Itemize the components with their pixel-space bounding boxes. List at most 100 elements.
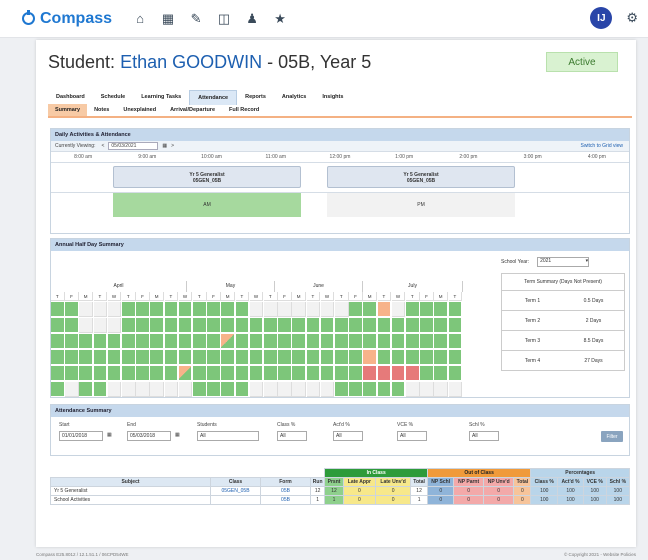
attendance-day-cell[interactable] xyxy=(235,350,250,365)
attendance-day-cell[interactable] xyxy=(278,318,292,333)
attendance-day-cell[interactable] xyxy=(221,318,235,333)
attendance-day-cell[interactable] xyxy=(122,350,136,365)
attendance-day-cell[interactable] xyxy=(164,318,179,333)
calendar-picker-icon[interactable]: ▦ xyxy=(107,432,112,438)
attendance-day-cell[interactable] xyxy=(107,366,122,381)
attendance-day-cell[interactable] xyxy=(65,318,79,333)
attendance-day-cell[interactable] xyxy=(420,350,434,365)
calendar-picker-icon[interactable]: ▦ xyxy=(175,432,180,438)
tab-analytics[interactable]: Analytics xyxy=(274,90,314,105)
attendance-day-cell[interactable] xyxy=(107,318,122,333)
start-date-input[interactable]: 01/01/2018 xyxy=(59,431,103,441)
footer-copyright[interactable]: © Copyright 2021 - Website Policies xyxy=(564,552,636,557)
attendance-day-cell[interactable] xyxy=(377,318,392,333)
attendance-day-cell[interactable] xyxy=(93,318,108,333)
attendance-day-cell[interactable] xyxy=(193,318,207,333)
attendance-day-cell[interactable] xyxy=(207,382,221,397)
attendance-day-cell[interactable] xyxy=(51,350,65,365)
class-block-pm[interactable]: Yr 5 Generalist 05GEN_05B xyxy=(327,166,515,188)
form-link[interactable]: 05B xyxy=(260,495,311,505)
attendance-day-cell[interactable] xyxy=(406,366,420,381)
attendance-day-cell[interactable] xyxy=(349,366,363,381)
attendance-day-cell[interactable] xyxy=(51,334,65,349)
attendance-day-cell[interactable] xyxy=(178,334,193,349)
attendance-day-cell[interactable] xyxy=(150,382,164,397)
attendance-day-cell[interactable] xyxy=(136,302,150,317)
end-date-input[interactable]: 05/03/2018 xyxy=(127,431,171,441)
attendance-day-cell[interactable] xyxy=(264,350,278,365)
class-block-am[interactable]: Yr 5 Generalist 05GEN_05B xyxy=(113,166,301,188)
attendance-day-cell[interactable] xyxy=(363,382,377,397)
tab-insights[interactable]: Insights xyxy=(314,90,351,105)
attendance-day-cell[interactable] xyxy=(434,366,448,381)
home-icon[interactable]: ⌂ xyxy=(126,11,154,27)
attendance-day-cell[interactable] xyxy=(178,382,193,397)
attendance-day-cell[interactable] xyxy=(79,382,93,397)
attendance-day-cell[interactable] xyxy=(420,366,434,381)
attendance-day-cell[interactable] xyxy=(320,382,335,397)
attendance-day-cell[interactable] xyxy=(335,318,349,333)
attendance-day-cell[interactable] xyxy=(150,366,164,381)
attendance-day-cell[interactable] xyxy=(377,382,392,397)
prev-date-button[interactable]: < xyxy=(101,143,104,149)
attendance-day-cell[interactable] xyxy=(434,318,448,333)
attendance-day-cell[interactable] xyxy=(448,302,463,317)
attendance-day-cell[interactable] xyxy=(93,382,108,397)
attendance-day-cell[interactable] xyxy=(221,366,235,381)
attendance-day-cell[interactable] xyxy=(249,366,264,381)
attendance-day-cell[interactable] xyxy=(136,382,150,397)
attendance-day-cell[interactable] xyxy=(420,382,434,397)
attendance-day-cell[interactable] xyxy=(363,366,377,381)
class-percent-select[interactable]: All xyxy=(277,431,307,441)
attendance-day-cell[interactable] xyxy=(335,366,349,381)
attendance-day-cell[interactable] xyxy=(448,350,463,365)
attendance-day-cell[interactable] xyxy=(406,350,420,365)
attendance-day-cell[interactable] xyxy=(406,382,420,397)
attendance-day-cell[interactable] xyxy=(221,350,235,365)
attendance-day-cell[interactable] xyxy=(178,318,193,333)
attendance-day-cell[interactable] xyxy=(320,366,335,381)
attendance-day-cell[interactable] xyxy=(249,334,264,349)
attendance-day-cell[interactable] xyxy=(306,318,321,333)
attendance-day-cell[interactable] xyxy=(79,366,93,381)
tab-dashboard[interactable]: Dashboard xyxy=(48,90,93,105)
subtab-notes[interactable]: Notes xyxy=(87,104,116,116)
filter-button[interactable]: Filter xyxy=(601,431,623,442)
attendance-day-cell[interactable] xyxy=(51,302,65,317)
school-year-select[interactable]: 2021 ▾ xyxy=(537,257,590,267)
attendance-day-cell[interactable] xyxy=(107,334,122,349)
attendance-day-cell[interactable] xyxy=(65,334,79,349)
attendance-day-cell[interactable] xyxy=(349,350,363,365)
attendance-day-cell[interactable] xyxy=(107,302,122,317)
attendance-day-cell[interactable] xyxy=(320,350,335,365)
calendar-picker-icon[interactable]: ▦ xyxy=(162,143,167,149)
attendance-day-cell[interactable] xyxy=(136,350,150,365)
attendance-day-cell[interactable] xyxy=(278,350,292,365)
attendance-day-cell[interactable] xyxy=(391,366,406,381)
attendance-day-cell[interactable] xyxy=(278,334,292,349)
attendance-day-cell[interactable] xyxy=(193,382,207,397)
attendance-day-cell[interactable] xyxy=(235,366,250,381)
attendance-day-cell[interactable] xyxy=(107,350,122,365)
user-avatar[interactable]: IJ xyxy=(590,7,613,29)
attendance-day-cell[interactable] xyxy=(292,382,306,397)
attendance-day-cell[interactable] xyxy=(150,318,164,333)
attendance-day-cell[interactable] xyxy=(164,334,179,349)
tab-learning-tasks[interactable]: Learning Tasks xyxy=(133,90,189,105)
class-link[interactable]: 05GEN_05B xyxy=(210,486,261,496)
attendance-day-cell[interactable] xyxy=(448,318,463,333)
attendance-day-cell[interactable] xyxy=(136,318,150,333)
attendance-day-cell[interactable] xyxy=(420,318,434,333)
gear-icon[interactable]: ⚙ xyxy=(626,10,638,26)
attendance-day-cell[interactable] xyxy=(136,366,150,381)
attendance-day-cell[interactable] xyxy=(306,302,321,317)
tab-schedule[interactable]: Schedule xyxy=(93,90,133,105)
attendance-day-cell[interactable] xyxy=(51,366,65,381)
subtab-full-record[interactable]: Full Record xyxy=(222,104,266,116)
attendance-day-cell[interactable] xyxy=(79,334,93,349)
acted-percent-select[interactable]: All xyxy=(333,431,363,441)
attendance-day-cell[interactable] xyxy=(221,302,235,317)
attendance-day-cell[interactable] xyxy=(420,302,434,317)
compass-logo[interactable]: Compass xyxy=(22,10,112,28)
attendance-day-cell[interactable] xyxy=(65,302,79,317)
